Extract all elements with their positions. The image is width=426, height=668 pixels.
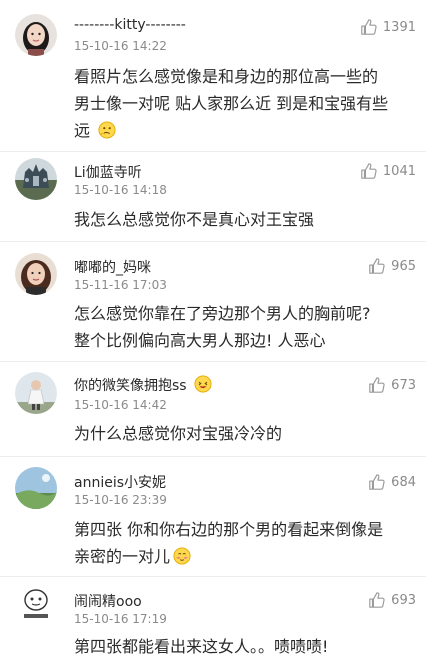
timestamp: 15-10-16 14:18 (74, 183, 167, 197)
avatar-image (15, 14, 57, 56)
avatar[interactable] (15, 583, 57, 625)
comment-line: 为什么总感觉你对宝强冷冷的 (74, 424, 283, 443)
timestamp: 15-10-16 14:22 (74, 39, 167, 53)
thumbs-up-icon (361, 19, 377, 35)
like-button[interactable]: 693 (368, 591, 416, 609)
thumbs-up-icon (369, 592, 385, 608)
thumbs-up-icon (361, 163, 377, 179)
like-count: 684 (391, 474, 416, 490)
avatar-image (15, 253, 57, 295)
timestamp: 15-11-16 17:03 (74, 278, 167, 292)
comment-text: 我怎么总感觉你不是真心对王宝强 (74, 206, 414, 233)
like-button[interactable]: 684 (368, 473, 416, 491)
avatar[interactable] (15, 467, 57, 509)
avatar-image (15, 372, 57, 414)
like-button[interactable]: 673 (368, 376, 416, 394)
thumbs-up-icon (369, 474, 385, 490)
avatar[interactable] (15, 14, 57, 56)
avatar[interactable] (15, 372, 57, 414)
comment-item: Li伽蓝寺听 15-10-16 14:18 1041 我怎么总感觉你不是真心对王… (0, 152, 426, 242)
like-count: 1041 (382, 163, 416, 179)
comment-line: 亲密的一对儿 (74, 543, 414, 570)
smile-emoji-icon (194, 375, 212, 393)
avatar-image (15, 158, 57, 200)
comment-line: 看照片怎么感觉像是和身边的那位高一些的 (74, 67, 379, 86)
username[interactable]: annieis小安妮 (74, 472, 166, 492)
comment-line: 远 (74, 117, 414, 144)
username[interactable]: 闹闹精ooo (74, 591, 142, 611)
username-text: 你的微笑像拥抱ss (74, 378, 187, 394)
username[interactable]: 嘟嘟的_妈咪 (74, 257, 151, 277)
like-count: 965 (391, 258, 416, 274)
comment-item: 闹闹精ooo 15-10-16 17:19 693 第四张都能看出来这女人。。啧… (0, 577, 426, 668)
like-button[interactable]: 965 (368, 257, 416, 275)
comment-text: 第四张都能看出来这女人。。啧啧啧! (74, 633, 414, 660)
avatar-image (15, 467, 57, 509)
avatar-image (15, 583, 57, 625)
comment-line: 第四张 你和你右边的那个男的看起来倒像是 (74, 520, 384, 539)
comment-item: annieis小安妮 15-10-16 23:39 684 第四张 你和你右边的… (0, 457, 426, 577)
username[interactable]: 你的微笑像拥抱ss (74, 375, 212, 395)
comment-line: 第四张都能看出来这女人。。啧啧啧! (74, 637, 329, 656)
timestamp: 15-10-16 17:19 (74, 612, 167, 626)
comment-item: --------kitty-------- 15-10-16 14:22 139… (0, 0, 426, 152)
thumbs-up-icon (369, 377, 385, 393)
like-button[interactable]: 1391 (360, 18, 416, 36)
comment-line: 整个比例偏向高大男人那边! 人恶心 (74, 331, 326, 350)
timestamp: 15-10-16 14:42 (74, 398, 167, 412)
comment-text: 第四张 你和你右边的那个男的看起来倒像是 亲密的一对儿 (74, 516, 414, 570)
comment-line: 男士像一对呢 贴人家那么近 到是和宝强有些 (74, 94, 389, 113)
thumbs-up-icon (369, 258, 385, 274)
comment-line: 我怎么总感觉你不是真心对王宝强 (74, 210, 315, 229)
comment-item: 你的微笑像拥抱ss 15-10-16 14:42 673 为什么总感觉你对宝强冷… (0, 362, 426, 457)
comment-line-text: 亲密的一对儿 (74, 547, 171, 566)
comment-line: 怎么感觉你靠在了旁边那个男人的胸前呢? (74, 304, 371, 323)
like-button[interactable]: 1041 (360, 162, 416, 180)
like-count: 1391 (382, 19, 416, 35)
comment-item: 嘟嘟的_妈咪 15-11-16 17:03 965 怎么感觉你靠在了旁边那个男人… (0, 242, 426, 362)
thinking-emoji-icon (98, 121, 116, 139)
timestamp: 15-10-16 23:39 (74, 493, 167, 507)
username[interactable]: Li伽蓝寺听 (74, 162, 142, 182)
avatar[interactable] (15, 253, 57, 295)
like-count: 673 (391, 377, 416, 393)
comment-text: 为什么总感觉你对宝强冷冷的 (74, 420, 414, 447)
comment-text: 看照片怎么感觉像是和身边的那位高一些的 男士像一对呢 贴人家那么近 到是和宝强有… (74, 63, 414, 144)
avatar[interactable] (15, 158, 57, 200)
like-count: 693 (391, 592, 416, 608)
username[interactable]: --------kitty-------- (74, 17, 186, 33)
comment-text: 怎么感觉你靠在了旁边那个男人的胸前呢? 整个比例偏向高大男人那边! 人恶心 (74, 300, 414, 354)
shy-emoji-icon (173, 547, 191, 565)
comment-line-text: 远 (74, 121, 91, 140)
